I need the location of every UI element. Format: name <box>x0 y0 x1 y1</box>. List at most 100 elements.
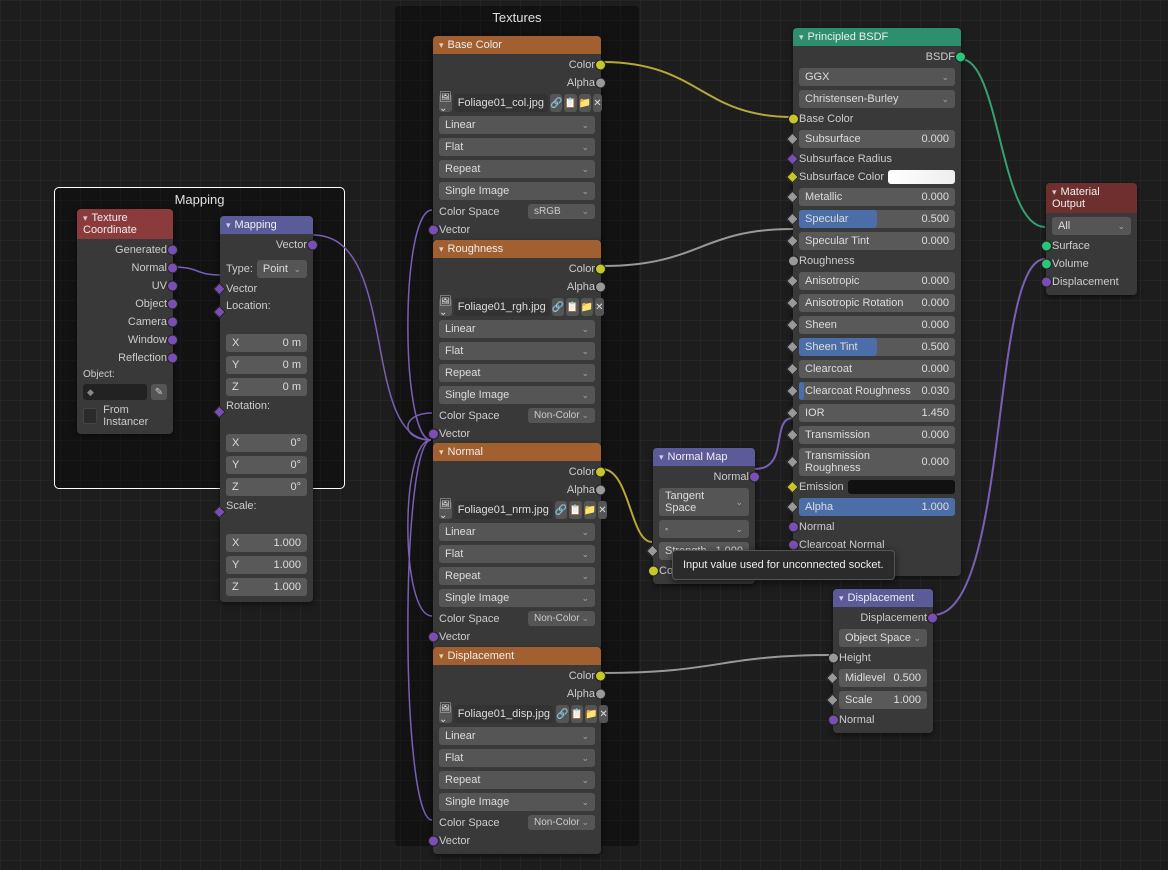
bsdf-slider[interactable]: Sheen Tint0.500 <box>799 338 955 356</box>
bsdf-slider[interactable]: Transmission0.000 <box>799 426 955 444</box>
browse-image-icon[interactable]: 🖼⌄ <box>439 501 452 519</box>
node-header[interactable]: Mapping <box>220 216 313 234</box>
node-header[interactable]: Normal <box>433 443 601 461</box>
colorspace-dropdown[interactable]: sRGB⌄ <box>528 204 595 219</box>
socket-in[interactable] <box>428 836 439 847</box>
node-header[interactable]: Material Output <box>1046 183 1137 213</box>
socket-in[interactable] <box>786 456 799 469</box>
socket-in[interactable] <box>788 114 799 125</box>
socket-in[interactable] <box>826 672 839 685</box>
colorspace-dropdown[interactable]: Non-Color⌄ <box>528 408 595 423</box>
socket-out[interactable] <box>167 299 178 310</box>
bsdf-slider[interactable]: Specular0.500 <box>799 210 955 228</box>
open-image-icon[interactable]: 📁 <box>581 298 593 316</box>
interpolation-dropdown[interactable]: Linear⌄ <box>439 116 595 134</box>
extension-dropdown[interactable]: Repeat⌄ <box>439 567 595 585</box>
browse-image-icon[interactable]: 🖼⌄ <box>439 705 452 723</box>
socket-in[interactable] <box>786 501 799 514</box>
socket-out[interactable] <box>595 264 606 275</box>
socket-in[interactable] <box>786 363 799 376</box>
socket-out[interactable] <box>167 245 178 256</box>
node-header[interactable]: Normal Map <box>653 448 755 466</box>
remove-image-icon[interactable]: ✕ <box>598 501 606 519</box>
socket-in[interactable] <box>826 694 839 707</box>
node-image-base-color[interactable]: Base Color Color Alpha 🖼⌄ Foliage01_col.… <box>433 36 601 243</box>
open-image-icon[interactable]: 📁 <box>585 705 597 723</box>
remove-image-icon[interactable]: ✕ <box>593 94 601 112</box>
socket-out[interactable] <box>167 281 178 292</box>
projection-dropdown[interactable]: Flat⌄ <box>439 342 595 360</box>
socket-in[interactable] <box>786 429 799 442</box>
node-header[interactable]: Displacement <box>833 589 933 607</box>
socket-in[interactable] <box>786 275 799 288</box>
type-dropdown[interactable]: Point⌄ <box>257 260 307 278</box>
colorspace-dropdown[interactable]: Non-Color⌄ <box>528 611 595 626</box>
source-dropdown[interactable]: Single Image⌄ <box>439 386 595 404</box>
projection-dropdown[interactable]: Flat⌄ <box>439 545 595 563</box>
bsdf-slider[interactable]: Subsurface0.000 <box>799 130 955 148</box>
bsdf-slider[interactable]: Clearcoat0.000 <box>799 360 955 378</box>
bsdf-slider[interactable]: Sheen0.000 <box>799 316 955 334</box>
socket-in[interactable] <box>788 256 799 267</box>
socket-in[interactable] <box>786 153 799 166</box>
object-field[interactable]: ◆ <box>83 384 147 400</box>
eyedropper-icon[interactable]: ✎ <box>151 384 167 400</box>
socket-in[interactable] <box>786 341 799 354</box>
sss-method-dropdown[interactable]: Christensen-Burley⌄ <box>799 90 955 108</box>
node-header[interactable]: Texture Coordinate <box>77 209 173 239</box>
xyz-field[interactable]: X0° <box>226 434 307 452</box>
remove-image-icon[interactable]: ✕ <box>599 705 607 723</box>
color-swatch[interactable] <box>888 170 955 184</box>
socket-in[interactable] <box>1041 259 1052 270</box>
unlink-icon[interactable]: 🔗 <box>550 94 562 112</box>
socket-in[interactable] <box>786 407 799 420</box>
bsdf-slider[interactable]: Alpha1.000 <box>799 498 955 516</box>
bsdf-slider[interactable]: Anisotropic Rotation0.000 <box>799 294 955 312</box>
node-image-normal[interactable]: Normal Color Alpha 🖼⌄ Foliage01_nrm.jpg … <box>433 443 601 650</box>
socket-out[interactable] <box>595 485 606 496</box>
open-image-icon[interactable]: 📁 <box>584 501 596 519</box>
socket-in[interactable] <box>1041 241 1052 252</box>
socket-in[interactable] <box>786 235 799 248</box>
node-texture-coordinate[interactable]: Texture Coordinate Generated Normal UV O… <box>77 209 173 434</box>
socket-out[interactable] <box>167 335 178 346</box>
colorspace-dropdown[interactable]: Non-Color⌄ <box>528 815 595 830</box>
socket-out[interactable] <box>595 689 606 700</box>
unlink-icon[interactable]: 🔗 <box>552 298 564 316</box>
xyz-field[interactable]: Z0 m <box>226 378 307 396</box>
socket-in[interactable] <box>786 319 799 332</box>
socket-in[interactable] <box>428 632 439 643</box>
xyz-field[interactable]: Y1.000 <box>226 556 307 574</box>
space-dropdown[interactable]: Tangent Space⌄ <box>659 488 749 516</box>
socket-in[interactable] <box>788 522 799 533</box>
socket-in[interactable] <box>786 481 799 494</box>
extension-dropdown[interactable]: Repeat⌄ <box>439 364 595 382</box>
socket-out[interactable] <box>595 671 606 682</box>
socket-in[interactable] <box>786 213 799 226</box>
socket-out[interactable] <box>595 282 606 293</box>
remove-image-icon[interactable]: ✕ <box>595 298 603 316</box>
node-material-output[interactable]: Material Output All⌄ Surface Volume Disp… <box>1046 183 1137 295</box>
extension-dropdown[interactable]: Repeat⌄ <box>439 160 595 178</box>
socket-in[interactable] <box>828 653 839 664</box>
socket-in[interactable] <box>788 540 799 551</box>
socket-out[interactable] <box>595 60 606 71</box>
socket-out[interactable] <box>749 472 760 483</box>
socket-in[interactable] <box>428 225 439 236</box>
socket-in[interactable] <box>786 171 799 184</box>
node-image-displacement[interactable]: Displacement Color Alpha 🖼⌄ Foliage01_di… <box>433 647 601 854</box>
new-image-icon[interactable]: 📋 <box>566 298 578 316</box>
image-name-field[interactable]: Foliage01_disp.jpg <box>454 705 554 723</box>
socket-in[interactable] <box>786 385 799 398</box>
unlink-icon[interactable]: 🔗 <box>556 705 568 723</box>
unlink-icon[interactable]: 🔗 <box>555 501 567 519</box>
socket-out[interactable] <box>927 613 938 624</box>
socket-in[interactable] <box>786 297 799 310</box>
socket-in[interactable] <box>648 566 659 577</box>
xyz-field[interactable]: Y0 m <box>226 356 307 374</box>
socket-in[interactable] <box>786 133 799 146</box>
new-image-icon[interactable]: 📋 <box>564 94 576 112</box>
socket-out[interactable] <box>595 78 606 89</box>
browse-image-icon[interactable]: 🖼⌄ <box>439 94 452 112</box>
socket-in[interactable] <box>646 545 659 558</box>
